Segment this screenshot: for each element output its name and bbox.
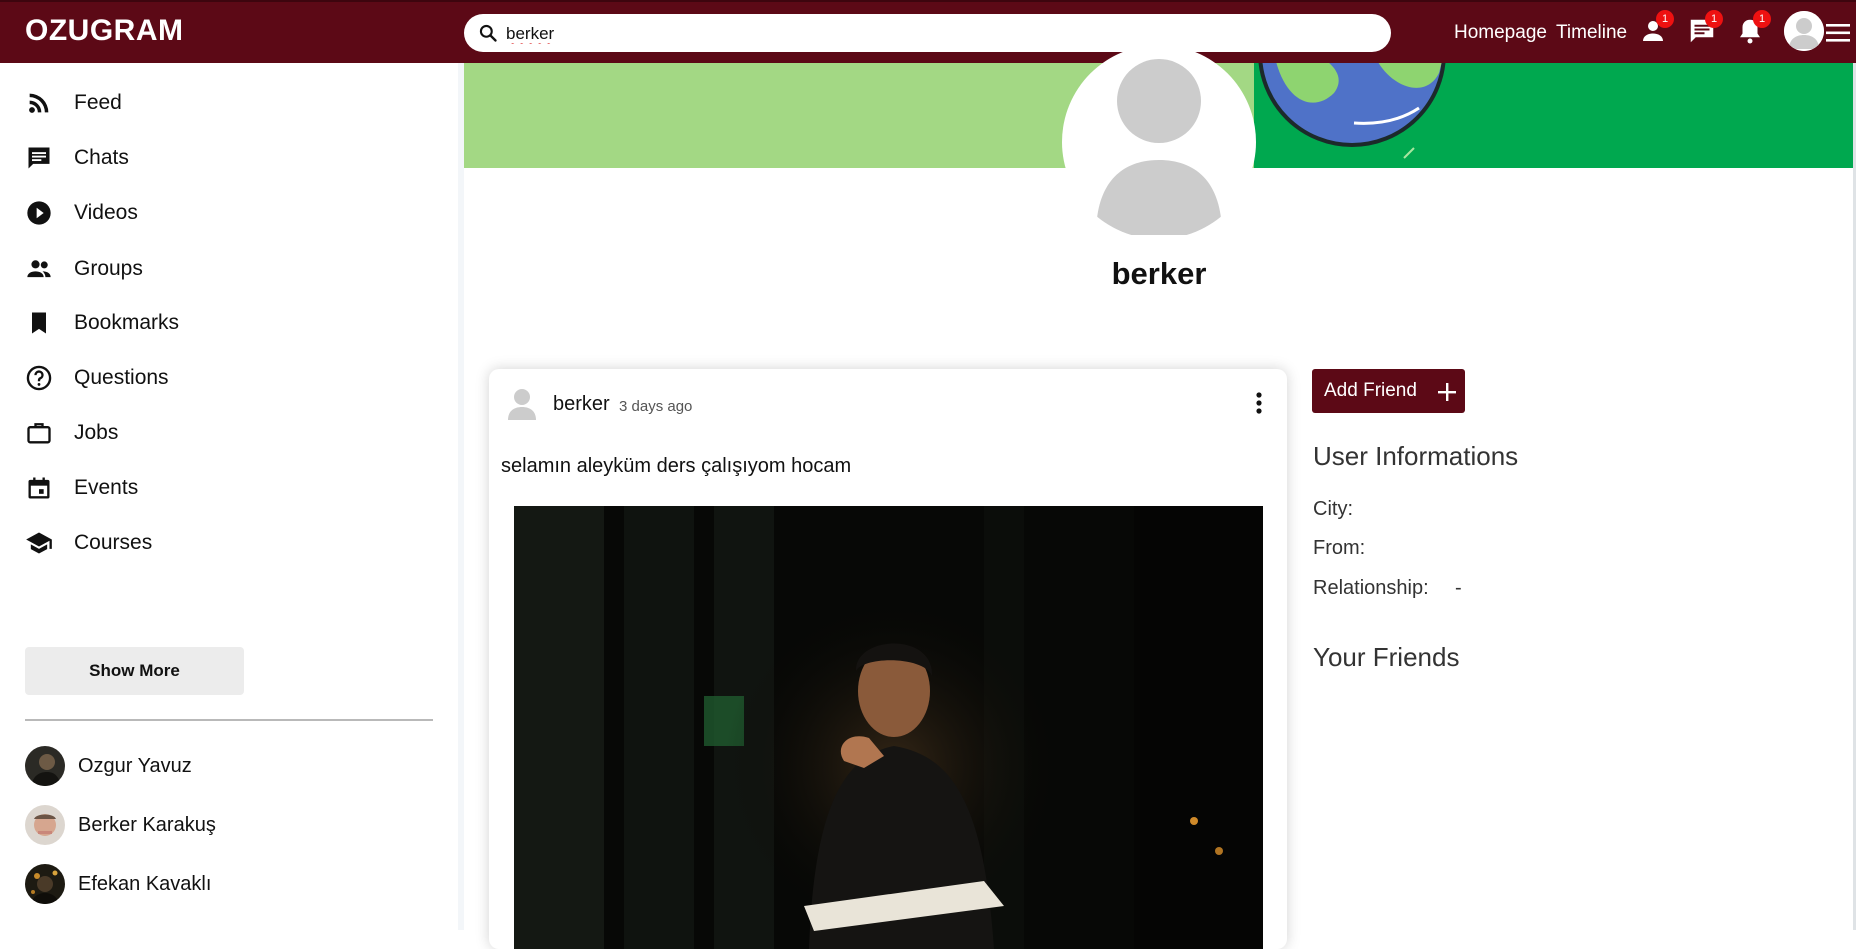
bookmark-icon <box>32 312 46 334</box>
friend-item[interactable]: Berker Karakuş <box>25 805 425 847</box>
from-label: From: <box>1313 537 1366 559</box>
messages-button[interactable]: 1 <box>1687 10 1723 48</box>
messages-badge: 1 <box>1705 10 1723 28</box>
friend-name: Berker Karakuş <box>78 814 216 836</box>
sidebar-edge <box>458 63 464 930</box>
post-image[interactable] <box>514 506 1263 949</box>
rss-icon <box>29 93 49 113</box>
post-avatar[interactable] <box>505 386 539 420</box>
user-avatar[interactable] <box>1784 11 1824 51</box>
relationship-value: - <box>1455 577 1462 599</box>
avatar <box>25 746 65 786</box>
city-label: City: <box>1313 498 1353 520</box>
notifications-button[interactable]: 1 <box>1735 10 1771 48</box>
sidebar-item-bookmarks[interactable]: Bookmarks <box>25 303 425 343</box>
sidebar-item-label: Groups <box>74 257 143 280</box>
post-username[interactable]: berker <box>553 393 610 416</box>
add-friend-label: Add Friend <box>1324 380 1417 401</box>
app-logo[interactable]: OZUGRAM <box>25 14 183 48</box>
plus-icon <box>1438 383 1456 401</box>
friend-item[interactable]: Ozgur Yavuz <box>25 746 425 788</box>
menu-icon[interactable] <box>1826 22 1850 44</box>
profile-name: berker <box>1111 256 1207 291</box>
post-text: selamın aleyküm ders çalışıyom hocam <box>501 455 852 477</box>
calendar-icon <box>28 477 50 499</box>
friend-requests-button[interactable]: 1 <box>1638 10 1674 48</box>
avatar <box>25 805 65 845</box>
sidebar-item-chats[interactable]: Chats <box>25 138 425 178</box>
sidebar-item-label: Feed <box>74 91 122 114</box>
sidebar-item-groups[interactable]: Groups <box>25 249 425 289</box>
sidebar-item-label: Bookmarks <box>74 311 180 334</box>
search-bar[interactable] <box>464 14 1391 52</box>
friend-requests-badge: 1 <box>1656 10 1674 28</box>
school-icon <box>26 532 52 554</box>
sidebar-item-label: Courses <box>74 531 153 554</box>
briefcase-icon <box>27 423 51 444</box>
post-card: berker 3 days ago selamın aleyküm ders ç… <box>489 369 1287 949</box>
sidebar-item-label: Chats <box>74 146 129 169</box>
top-navbar: OZUGRAM Homepage Timeline 1 1 1 <box>0 0 1856 63</box>
sidebar-divider <box>25 719 433 721</box>
play-circle-icon <box>27 201 51 225</box>
timeline-link[interactable]: Timeline <box>1556 22 1627 44</box>
help-circle-icon <box>26 365 52 391</box>
add-friend-button[interactable]: Add Friend <box>1312 369 1465 413</box>
sidebar-item-questions[interactable]: Questions <box>25 358 425 398</box>
sidebar-item-jobs[interactable]: Jobs <box>25 413 425 453</box>
sidebar-item-label: Jobs <box>74 421 119 444</box>
friend-name: Ozgur Yavuz <box>78 755 192 777</box>
sidebar-item-label: Events <box>74 476 139 499</box>
show-more-button[interactable]: Show More <box>25 647 244 695</box>
sidebar-item-label: Questions <box>74 366 169 389</box>
globe-illustration <box>1258 63 1446 159</box>
more-options-icon[interactable] <box>1255 391 1263 415</box>
friend-name: Efekan Kavaklı <box>78 873 212 895</box>
chat-icon <box>28 147 50 169</box>
sidebar-item-events[interactable]: Events <box>25 468 425 508</box>
sidebar-item-videos[interactable]: Videos <box>25 193 425 233</box>
sidebar-item-label: Videos <box>74 201 138 224</box>
relationship-label: Relationship: <box>1313 577 1429 599</box>
avatar-placeholder-icon <box>1784 11 1824 51</box>
avatar <box>25 864 65 904</box>
profile-picture[interactable] <box>1062 45 1256 239</box>
left-sidebar: Feed Chats Videos Groups Bookmarks Quest… <box>0 63 462 930</box>
group-icon <box>27 260 51 278</box>
your-friends-title: Your Friends <box>1313 642 1460 672</box>
user-info-title: User Informations <box>1313 441 1519 471</box>
sidebar-item-feed[interactable]: Feed <box>25 83 425 123</box>
sidebar-item-courses[interactable]: Courses <box>25 523 425 563</box>
search-input[interactable] <box>504 20 1368 48</box>
post-timestamp: 3 days ago <box>619 398 693 415</box>
cover-photo-right <box>1254 63 1853 168</box>
avatar-placeholder-icon <box>1063 46 1255 238</box>
friend-item[interactable]: Efekan Kavaklı <box>25 864 425 906</box>
homepage-link[interactable]: Homepage <box>1454 22 1547 44</box>
notifications-badge: 1 <box>1753 10 1771 28</box>
search-icon <box>479 24 497 42</box>
